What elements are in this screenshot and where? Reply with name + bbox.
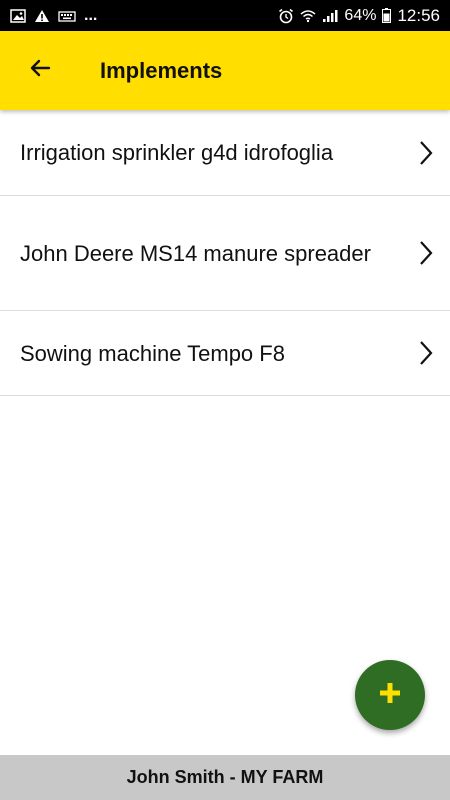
more-notifications: ... [84,6,98,24]
plus-icon [379,682,401,709]
implements-list: Irrigation sprinkler g4d idrofoglia John… [0,110,450,396]
footer-bar: John Smith - MY FARM [0,755,450,800]
footer-user-farm: John Smith - MY FARM [126,767,324,787]
image-icon [10,8,26,23]
battery-icon [382,8,392,23]
battery-percentage: 64% [344,6,377,24]
list-item-irrigation-sprinkler[interactable]: Irrigation sprinkler g4d idrofoglia [0,110,450,196]
back-arrow-icon [28,56,52,85]
list-item-label: John Deere MS14 manure spreader [20,240,371,266]
page-title: Implements [100,57,223,83]
chevron-right-icon [418,339,434,367]
add-implement-button[interactable] [355,660,425,730]
list-item-label: Sowing machine Tempo F8 [20,340,285,366]
warning-icon [34,9,50,23]
status-bar-right: 64% 12:56 [278,6,440,26]
back-button[interactable] [20,51,60,91]
keyboard-icon [58,10,76,22]
wifi-icon [300,9,316,23]
list-item-sowing-machine[interactable]: Sowing machine Tempo F8 [0,311,450,396]
alarm-icon [278,8,294,24]
status-bar-left: ... [10,7,97,25]
clock-time: 12:56 [397,5,440,25]
chevron-right-icon [418,139,434,167]
list-item-manure-spreader[interactable]: John Deere MS14 manure spreader [0,196,450,311]
list-item-label: Irrigation sprinkler g4d idrofoglia [20,140,334,165]
signal-icon [322,9,338,23]
status-bar: ... 64% 12:56 [0,0,450,31]
app-bar: Implements [0,31,450,110]
chevron-right-icon [418,239,434,267]
